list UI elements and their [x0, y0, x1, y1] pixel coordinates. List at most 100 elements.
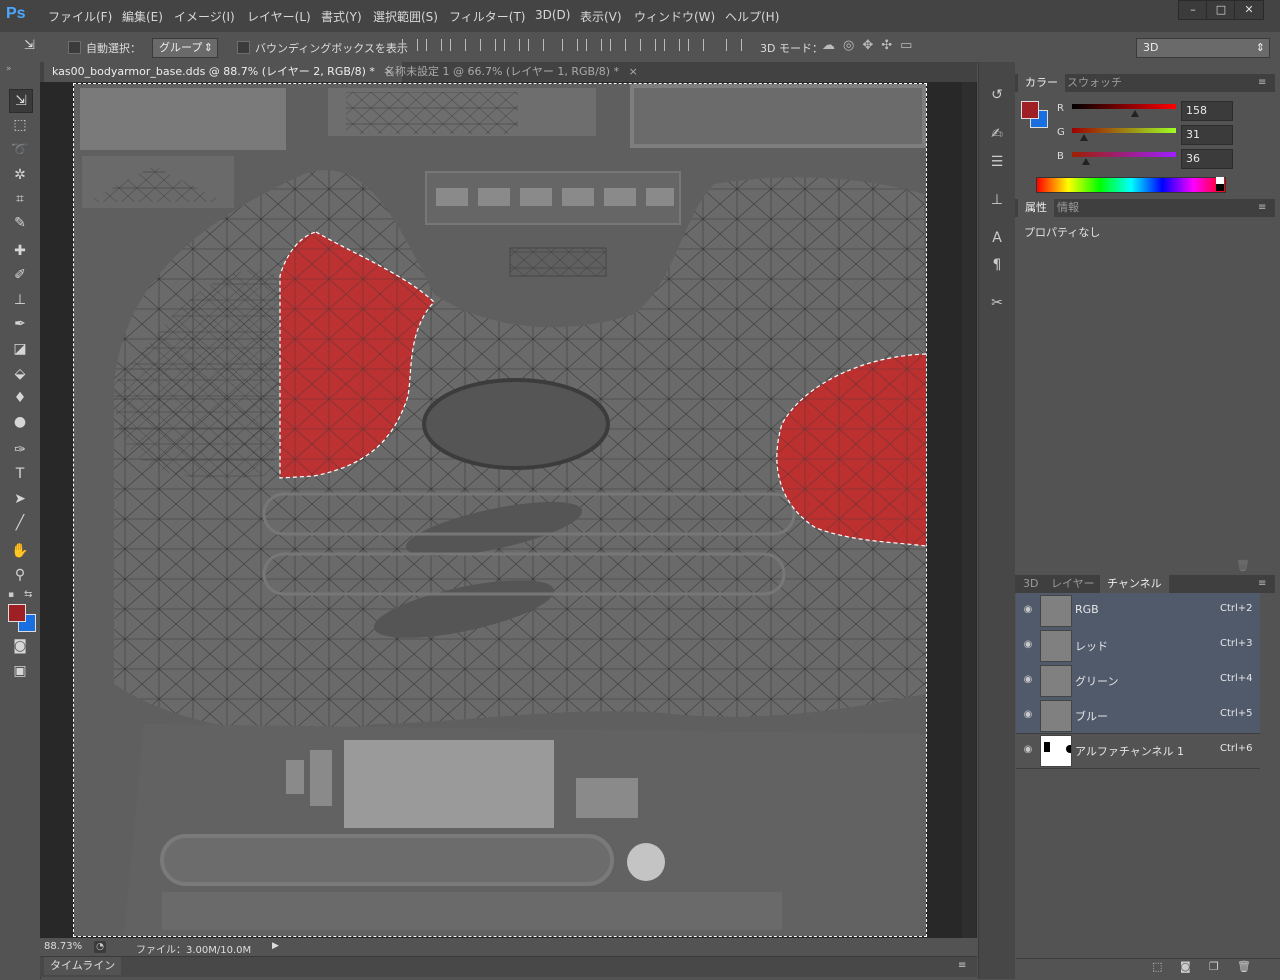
- distribute-bottom-icon[interactable]: [610, 39, 626, 51]
- marquee-tool-icon[interactable]: ⬚: [9, 114, 31, 136]
- scale-3d-icon[interactable]: ▭: [900, 38, 920, 53]
- menu-layer[interactable]: レイヤー(L): [247, 8, 311, 26]
- properties-panel-menu-icon[interactable]: ≡: [1258, 202, 1266, 213]
- g-slider[interactable]: [1072, 128, 1176, 133]
- move-tool-icon[interactable]: ⇲: [9, 89, 33, 113]
- move-tool-preset-icon[interactable]: ⇲: [24, 38, 44, 54]
- blur-tool-icon[interactable]: ♦: [9, 387, 31, 409]
- brush-tool-icon[interactable]: ✐: [9, 264, 31, 286]
- load-selection-icon[interactable]: ⬚: [1152, 960, 1162, 973]
- tab-swatches[interactable]: スウォッチ: [1060, 74, 1129, 92]
- line-tool-icon[interactable]: ╱: [9, 512, 31, 534]
- auto-select-dropdown[interactable]: グループ ⇕: [152, 38, 218, 58]
- menu-view[interactable]: 表示(V): [580, 8, 622, 26]
- align-top-icon[interactable]: [402, 39, 418, 51]
- workspace-dropdown[interactable]: 3D ⇕: [1136, 38, 1270, 58]
- clone-source-panel-icon[interactable]: ⊥: [987, 190, 1007, 210]
- status-share-icon[interactable]: ◔: [94, 941, 106, 953]
- tab-channels[interactable]: チャンネル: [1100, 575, 1169, 593]
- channels-panel-menu-icon[interactable]: ≡: [1258, 578, 1266, 589]
- g-slider-thumb[interactable]: [1080, 134, 1088, 141]
- history-panel-icon[interactable]: ↺: [987, 85, 1007, 105]
- healing-brush-tool-icon[interactable]: ✚: [9, 240, 31, 262]
- timeline-menu-icon[interactable]: ≡: [958, 960, 966, 971]
- clone-stamp-tool-icon[interactable]: ⊥: [9, 289, 31, 311]
- visibility-eye-icon[interactable]: ◉: [1022, 744, 1034, 756]
- color-spectrum-bar[interactable]: [1036, 177, 1226, 193]
- b-slider[interactable]: [1072, 152, 1176, 157]
- visibility-eye-icon[interactable]: ◉: [1022, 604, 1034, 616]
- channel-row-rgb[interactable]: ◉ RGB Ctrl+2: [1016, 593, 1260, 629]
- auto-select-checkbox[interactable]: [68, 41, 81, 54]
- r-slider[interactable]: [1072, 104, 1176, 109]
- channel-row-blue[interactable]: ◉ ブルー Ctrl+5: [1016, 698, 1260, 734]
- channel-row-green[interactable]: ◉ グリーン Ctrl+4: [1016, 663, 1260, 699]
- tools-settings-panel-icon[interactable]: ✂: [987, 293, 1007, 313]
- b-value-field[interactable]: 36: [1181, 149, 1233, 169]
- default-colors-icon[interactable]: ▪: [8, 590, 18, 600]
- path-selection-tool-icon[interactable]: ➤: [9, 488, 31, 510]
- align-left-icon[interactable]: [480, 39, 496, 51]
- dodge-tool-icon[interactable]: ●: [9, 411, 31, 433]
- channel-row-red[interactable]: ◉ レッド Ctrl+3: [1016, 628, 1260, 664]
- color-panel-menu-icon[interactable]: ≡: [1258, 77, 1266, 88]
- tab-properties[interactable]: 属性: [1018, 199, 1054, 217]
- menu-file[interactable]: ファイル(F): [48, 8, 112, 26]
- auto-align-icon[interactable]: [726, 39, 742, 51]
- hand-tool-icon[interactable]: ✋: [9, 540, 31, 562]
- status-menu-arrow-icon[interactable]: ▶: [272, 941, 279, 951]
- black-white-swatch[interactable]: [1216, 177, 1224, 191]
- lasso-tool-icon[interactable]: ➰: [9, 139, 31, 161]
- zoom-level[interactable]: 88.73%: [44, 941, 82, 952]
- distribute-hcenter-icon[interactable]: [664, 39, 680, 51]
- tab-info[interactable]: 情報: [1050, 199, 1086, 217]
- roll-3d-icon[interactable]: ◎: [843, 38, 862, 53]
- slide-3d-icon[interactable]: ✣: [881, 38, 900, 53]
- visibility-eye-icon[interactable]: ◉: [1022, 709, 1034, 721]
- distribute-top-icon[interactable]: [562, 39, 578, 51]
- foreground-color-swatch[interactable]: [1021, 101, 1039, 119]
- document-tab[interactable]: 名称未設定 1 @ 66.7% (レイヤー 1, RGB/8) * ×: [376, 62, 646, 82]
- new-channel-icon[interactable]: ❐: [1209, 960, 1219, 973]
- distribute-vcenter-icon[interactable]: [586, 39, 602, 51]
- channel-row-alpha[interactable]: ◉ アルファチャンネル 1 Ctrl+6: [1016, 733, 1260, 769]
- visibility-eye-icon[interactable]: ◉: [1022, 674, 1034, 686]
- b-slider-thumb[interactable]: [1082, 158, 1090, 165]
- tab-color[interactable]: カラー: [1018, 74, 1065, 92]
- eyedropper-tool-icon[interactable]: ✎: [9, 212, 31, 234]
- r-slider-thumb[interactable]: [1131, 110, 1139, 117]
- pan-3d-icon[interactable]: ✥: [862, 38, 881, 53]
- crop-tool-icon[interactable]: ⌗: [9, 188, 31, 210]
- paragraph-panel-icon[interactable]: ¶: [987, 255, 1007, 275]
- orbit-3d-icon[interactable]: ☁: [822, 38, 843, 53]
- pen-tool-icon[interactable]: ✑: [9, 439, 31, 461]
- align-hcenter-icon[interactable]: [504, 39, 520, 51]
- r-value-field[interactable]: 158: [1181, 101, 1233, 121]
- swap-colors-icon[interactable]: ⇆: [24, 589, 34, 600]
- align-bottom-icon[interactable]: [450, 39, 466, 51]
- menu-help[interactable]: ヘルプ(H): [725, 8, 779, 26]
- foreground-color-swatch[interactable]: [8, 604, 26, 622]
- paint-bucket-tool-icon[interactable]: ⬙: [9, 363, 31, 385]
- menu-select[interactable]: 選択範囲(S): [373, 8, 438, 26]
- menu-image[interactable]: イメージ(I): [174, 8, 235, 26]
- distribute-left-icon[interactable]: [640, 39, 656, 51]
- tab-layers[interactable]: レイヤー: [1044, 575, 1102, 593]
- vertical-scrollbar[interactable]: [962, 82, 976, 938]
- tool-presets-panel-icon[interactable]: ☰: [987, 152, 1007, 172]
- tab-3d[interactable]: 3D: [1016, 575, 1045, 593]
- eraser-tool-icon[interactable]: ◪: [9, 338, 31, 360]
- character-panel-icon[interactable]: A: [987, 228, 1007, 248]
- screen-mode-icon[interactable]: ▣: [9, 660, 31, 682]
- menu-filter[interactable]: フィルター(T): [449, 8, 525, 26]
- timeline-tab[interactable]: タイムライン: [44, 957, 122, 975]
- magic-wand-tool-icon[interactable]: ✲: [9, 164, 31, 186]
- save-selection-icon[interactable]: ◙: [1180, 960, 1191, 973]
- g-value-field[interactable]: 31: [1181, 125, 1233, 145]
- maximize-button[interactable]: □: [1206, 0, 1236, 20]
- close-tab-icon[interactable]: ×: [629, 65, 638, 78]
- align-right-icon[interactable]: [528, 39, 544, 51]
- menu-type[interactable]: 書式(Y): [321, 8, 362, 26]
- visibility-eye-icon[interactable]: ◉: [1022, 639, 1034, 651]
- distribute-right-icon[interactable]: [688, 39, 704, 51]
